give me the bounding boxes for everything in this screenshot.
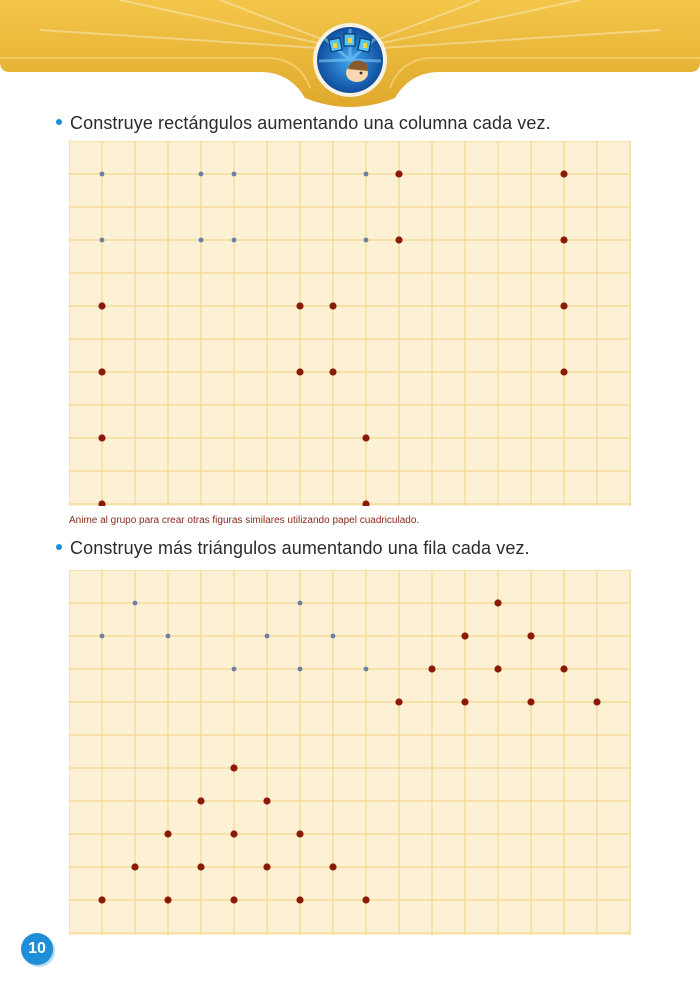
given-dot-blue — [363, 237, 369, 243]
given-dot-red — [593, 698, 601, 706]
instruction-triangles: Construye más triángulos aumentando una … — [56, 538, 530, 559]
given-dot-red — [329, 302, 337, 310]
given-dot-red — [164, 896, 172, 904]
given-dot-blue — [264, 633, 270, 639]
given-dot-blue — [363, 171, 369, 177]
given-dot-red — [560, 368, 568, 376]
given-dot-blue — [198, 171, 204, 177]
page-number: 10 — [21, 933, 53, 965]
dot-grid-rectangles[interactable] — [69, 141, 631, 506]
given-dot-red — [395, 236, 403, 244]
given-dot-red — [197, 797, 205, 805]
given-dot-red — [164, 830, 172, 838]
given-dot-blue — [132, 600, 138, 606]
given-dot-red — [494, 665, 502, 673]
given-dot-blue — [165, 633, 171, 639]
given-dot-red — [131, 863, 139, 871]
given-dot-red — [329, 863, 337, 871]
instruction-text: Construye más triángulos aumentando una … — [70, 538, 530, 558]
given-dot-red — [395, 170, 403, 178]
given-dot-blue — [99, 237, 105, 243]
given-dot-red — [230, 896, 238, 904]
given-dot-red — [296, 302, 304, 310]
dot-grid-triangles[interactable] — [69, 570, 631, 935]
given-dot-red — [461, 632, 469, 640]
given-dot-red — [461, 698, 469, 706]
given-dot-red — [362, 434, 370, 442]
given-dot-blue — [231, 666, 237, 672]
given-dot-blue — [363, 666, 369, 672]
given-dot-red — [560, 302, 568, 310]
given-dot-red — [296, 368, 304, 376]
given-dot-red — [329, 368, 337, 376]
bullet-icon — [56, 119, 62, 126]
given-dot-red — [560, 170, 568, 178]
given-dot-red — [296, 830, 304, 838]
given-dot-red — [428, 665, 436, 673]
given-dot-red — [98, 368, 106, 376]
given-dot-blue — [231, 171, 237, 177]
given-dot-red — [230, 764, 238, 772]
given-dot-red — [395, 698, 403, 706]
given-dot-red — [98, 434, 106, 442]
instruction-text: Construye rectángulos aumentando una col… — [70, 113, 551, 133]
given-dot-red — [560, 236, 568, 244]
teacher-note: Anime al grupo para crear otras figuras … — [69, 515, 420, 526]
given-dot-blue — [297, 666, 303, 672]
grid-background — [69, 141, 631, 506]
given-dot-red — [296, 896, 304, 904]
given-dot-blue — [330, 633, 336, 639]
given-dot-blue — [99, 633, 105, 639]
given-dot-red — [527, 632, 535, 640]
given-dot-red — [230, 830, 238, 838]
grid-background — [69, 570, 631, 935]
given-dot-blue — [297, 600, 303, 606]
given-dot-red — [98, 302, 106, 310]
given-dot-red — [362, 896, 370, 904]
instruction-rectangles: Construye rectángulos aumentando una col… — [56, 113, 551, 134]
given-dot-red — [197, 863, 205, 871]
bullet-icon — [56, 544, 62, 551]
given-dot-red — [98, 896, 106, 904]
given-dot-red — [560, 665, 568, 673]
given-dot-red — [263, 797, 271, 805]
given-dot-red — [263, 863, 271, 871]
given-dot-blue — [231, 237, 237, 243]
given-dot-red — [494, 599, 502, 607]
star-rays-emblem-icon — [313, 23, 387, 97]
given-dot-red — [527, 698, 535, 706]
given-dot-blue — [198, 237, 204, 243]
given-dot-blue — [99, 171, 105, 177]
